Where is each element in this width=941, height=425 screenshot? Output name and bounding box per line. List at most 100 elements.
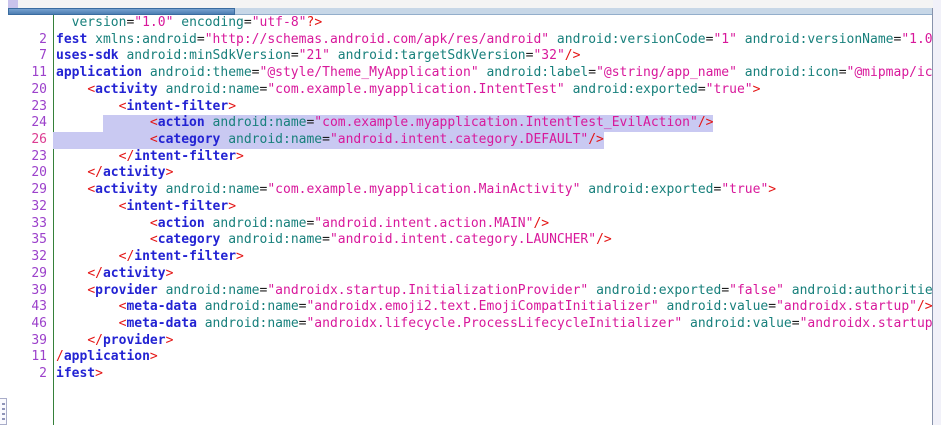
code-text[interactable]: </provider>: [53, 333, 932, 350]
line-number: 7: [8, 48, 53, 65]
token-attr: version: [72, 15, 127, 30]
token-sp: [56, 115, 150, 130]
token-tag: action: [158, 115, 205, 130]
token-punct: >: [236, 149, 244, 164]
token-val: "android.intent.category.DEFAULT": [330, 132, 588, 147]
code-text[interactable]: application android:theme="@style/Theme_…: [53, 65, 932, 82]
line-number: 46: [8, 316, 53, 333]
code-text[interactable]: version="1.0" encoding="utf-8"?>: [53, 15, 932, 32]
token-val: "32": [533, 48, 564, 63]
code-text[interactable]: <category android:name="android.intent.c…: [53, 132, 932, 149]
token-sp: [737, 32, 745, 47]
token-sp: [330, 48, 338, 63]
code-line: 39 <provider android:name="androidx.star…: [8, 283, 932, 300]
token-punct: </: [119, 149, 135, 164]
line-number: 2: [8, 366, 53, 383]
horizontal-scrollbar-track[interactable]: [8, 8, 932, 15]
code-text[interactable]: <action android:name="android.intent.act…: [53, 216, 932, 233]
code-line: 35 <category android:name="android.inten…: [8, 232, 932, 249]
token-sp: [784, 283, 792, 298]
code-text[interactable]: <provider android:name="androidx.startup…: [53, 283, 932, 300]
token-attr: encoding: [181, 15, 244, 30]
token-attr: android:name: [213, 115, 307, 130]
token-punct: >: [150, 349, 158, 364]
line-number: 35: [8, 232, 53, 249]
token-val: "com.example.myapplication.IntentTest_Ev…: [314, 115, 698, 130]
token-sp: [659, 299, 667, 314]
token-sp: [197, 299, 205, 314]
token-attr: android:authorities: [792, 283, 932, 298]
line-number: 24: [8, 115, 53, 132]
token-punct: <: [150, 216, 158, 231]
token-attr: android:name: [205, 316, 299, 331]
token-punct: />: [565, 48, 581, 63]
token-punct: <: [150, 232, 158, 247]
token-eq: =: [197, 32, 205, 47]
token-attr: android:name: [166, 283, 260, 298]
token-tag: action: [158, 216, 205, 231]
token-val: "com.example.myapplication.IntentTest": [267, 82, 564, 97]
code-text[interactable]: ifest>: [53, 366, 932, 383]
code-text[interactable]: <meta-data android:name="androidx.lifecy…: [53, 316, 932, 333]
code-line: 32 </intent-filter>: [8, 249, 932, 266]
vertical-scrollbar-area[interactable]: [933, 0, 941, 425]
token-attr: android:name: [228, 132, 322, 147]
token-sp: [158, 82, 166, 97]
token-attr: android:name: [166, 82, 260, 97]
code-text[interactable]: <activity android:name="com.example.myap…: [53, 82, 932, 99]
token-sp: [56, 149, 119, 164]
token-sp: [682, 316, 690, 331]
code-text[interactable]: fest xmlns:android="http://schemas.andro…: [53, 32, 932, 49]
token-val: "@string/app_name": [596, 65, 737, 80]
code-line: 33 <action android:name="android.intent.…: [8, 216, 932, 233]
code-text[interactable]: <meta-data android:name="androidx.emoji2…: [53, 299, 932, 316]
token-val: "@style/Theme_MyApplication": [260, 65, 479, 80]
token-punct: ?>: [307, 15, 323, 30]
code-text[interactable]: </intent-filter>: [53, 249, 932, 266]
token-punct: >: [166, 165, 174, 180]
token-punct: </: [87, 333, 103, 348]
code-text[interactable]: <action android:name="com.example.myappl…: [53, 115, 932, 132]
token-attr: android:exported: [588, 182, 713, 197]
token-punct: />: [533, 216, 549, 231]
toolbar-strip: [0, 0, 941, 8]
token-eq: =: [322, 132, 330, 147]
token-sp: [87, 32, 95, 47]
token-punct: />: [698, 115, 714, 130]
token-sp: [56, 266, 87, 281]
token-val: "21": [299, 48, 330, 63]
code-text[interactable]: /application>: [53, 349, 932, 366]
code-text[interactable]: uses-sdk android:minSdkVersion="21" andr…: [53, 48, 932, 65]
left-scrollbar-thumb[interactable]: [0, 398, 7, 425]
horizontal-scrollbar-thumb[interactable]: [8, 8, 235, 15]
token-tag: application: [64, 349, 150, 364]
token-attr: android:exported: [596, 283, 721, 298]
code-text[interactable]: <category android:name="android.intent.c…: [53, 232, 932, 249]
code-text[interactable]: </activity>: [53, 165, 932, 182]
token-val: "androidx.startup": [776, 299, 917, 314]
code-line: 29 </activity>: [8, 266, 932, 283]
token-val: "androidx.lifecycle.ProcessLifecycleInit…: [306, 316, 682, 331]
token-punct: >: [228, 199, 236, 214]
code-editor[interactable]: version="1.0" encoding="utf-8"?>2fest xm…: [8, 15, 932, 425]
token-sp: [56, 283, 87, 298]
token-sp: [205, 115, 213, 130]
token-attr: android:theme: [150, 65, 252, 80]
token-eq: =: [839, 65, 847, 80]
token-sp: [56, 182, 87, 197]
code-text[interactable]: </activity>: [53, 266, 932, 283]
token-sp: [158, 182, 166, 197]
code-text[interactable]: </intent-filter>: [53, 149, 932, 166]
token-val: "true": [721, 182, 768, 197]
code-text[interactable]: <activity android:name="com.example.myap…: [53, 182, 932, 199]
token-punct: <: [87, 82, 95, 97]
token-eq: =: [244, 15, 252, 30]
token-val: "http://schemas.android.com/apk/res/andr…: [205, 32, 549, 47]
token-sp: [588, 283, 596, 298]
token-punct: />: [917, 299, 932, 314]
code-text[interactable]: <intent-filter>: [53, 99, 932, 116]
token-val: "androidx.startup.InitializationProvider…: [267, 283, 588, 298]
code-text[interactable]: <intent-filter>: [53, 199, 932, 216]
code-line: 24 <action android:name="com.example.mya…: [8, 115, 932, 132]
line-number: 11: [8, 65, 53, 82]
